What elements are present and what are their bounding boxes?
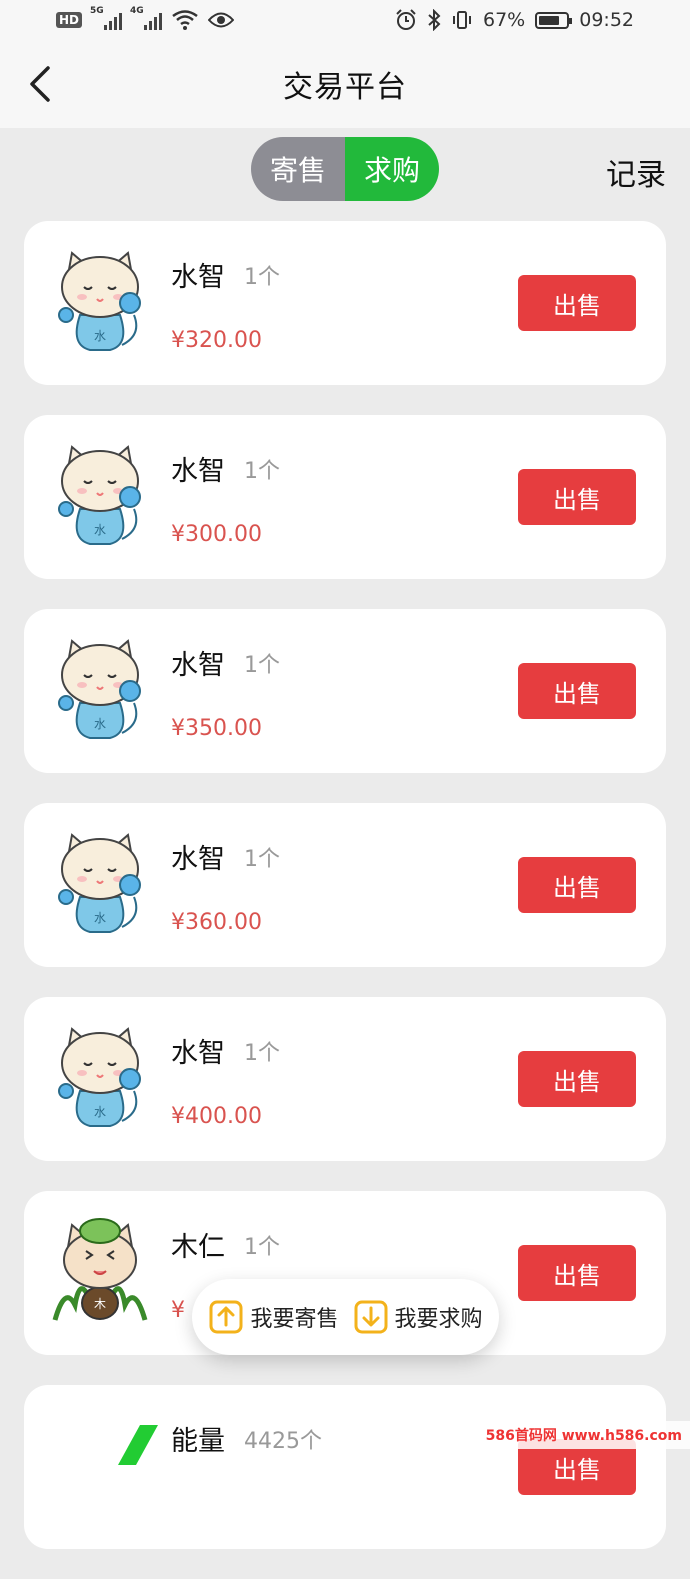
item-quantity: 1个 bbox=[244, 265, 280, 290]
svg-text:水: 水 bbox=[94, 717, 106, 731]
upload-icon bbox=[209, 1300, 243, 1334]
item-price: ¥ bbox=[171, 1298, 185, 1323]
list-item: 水 水智 1个 ¥350.00 出售 bbox=[24, 609, 666, 773]
energy-icon bbox=[118, 1425, 158, 1465]
list-item: 水 水智 1个 ¥360.00 出售 bbox=[24, 803, 666, 967]
item-price: ¥320.00 bbox=[171, 328, 262, 353]
records-link[interactable]: 记录 bbox=[606, 150, 666, 194]
tab-request-buy[interactable]: 求购 bbox=[345, 137, 439, 201]
consign-button[interactable]: 我要寄售 bbox=[208, 1299, 339, 1335]
floating-action-bar: 我要寄售 我要求购 bbox=[192, 1279, 499, 1355]
svg-text:水: 水 bbox=[94, 1105, 106, 1119]
wood-cat-avatar: 木 bbox=[50, 1215, 150, 1325]
water-cat-avatar: 水 bbox=[50, 245, 150, 355]
item-list: 水 水智 1个 ¥320.00 出售 水 水智 1个 ¥300.00 出售 水 bbox=[24, 221, 666, 1579]
item-name: 水智 bbox=[171, 650, 225, 681]
item-name: 水智 bbox=[171, 844, 225, 875]
item-name: 水智 bbox=[171, 1038, 225, 1069]
svg-text:木: 木 bbox=[94, 1297, 106, 1311]
request-buy-button[interactable]: 我要求购 bbox=[353, 1299, 483, 1335]
item-name: 能量 bbox=[171, 1426, 225, 1457]
vibrate-icon bbox=[453, 11, 471, 29]
signal-4g-icon: 4G bbox=[130, 6, 163, 30]
wifi-icon bbox=[172, 10, 198, 30]
tab-consign[interactable]: 寄售 bbox=[251, 137, 345, 201]
hd-badge: HD bbox=[56, 12, 83, 28]
item-quantity: 4425个 bbox=[244, 1429, 322, 1454]
alarm-icon bbox=[396, 9, 416, 30]
water-cat-avatar: 水 bbox=[50, 1021, 150, 1131]
sell-button[interactable]: 出售 bbox=[518, 663, 636, 719]
battery-percent: 67% bbox=[483, 9, 526, 31]
sell-button[interactable]: 出售 bbox=[518, 857, 636, 913]
watermark: 586首码网 www.h586.com bbox=[477, 1421, 690, 1449]
sell-button[interactable]: 出售 bbox=[518, 1051, 636, 1107]
battery-icon bbox=[535, 11, 573, 29]
app-header: 交易平台 bbox=[0, 40, 690, 128]
page-title: 交易平台 bbox=[283, 70, 407, 105]
water-cat-avatar: 水 bbox=[50, 827, 150, 937]
request-buy-label: 我要求购 bbox=[394, 1307, 483, 1332]
item-name: 水智 bbox=[171, 262, 225, 293]
download-icon bbox=[354, 1300, 387, 1334]
list-item: 能量 4425个 出售 bbox=[24, 1385, 666, 1549]
item-quantity: 1个 bbox=[244, 847, 280, 872]
svg-text:水: 水 bbox=[94, 911, 106, 925]
item-quantity: 1个 bbox=[244, 459, 280, 484]
water-cat-avatar: 水 bbox=[50, 633, 150, 743]
item-name: 水智 bbox=[171, 456, 225, 487]
consign-label: 我要寄售 bbox=[250, 1307, 339, 1332]
eye-icon bbox=[208, 12, 235, 28]
item-price: ¥300.00 bbox=[171, 522, 262, 547]
sell-button[interactable]: 出售 bbox=[518, 275, 636, 331]
item-name: 木仁 bbox=[171, 1232, 225, 1263]
status-bar: HD 5G 4G 67% 09:52 bbox=[0, 0, 690, 40]
bluetooth-icon bbox=[428, 9, 441, 31]
item-quantity: 1个 bbox=[244, 1235, 280, 1260]
item-price: ¥400.00 bbox=[171, 1104, 262, 1129]
item-price: ¥360.00 bbox=[171, 910, 262, 935]
sell-button[interactable]: 出售 bbox=[518, 1245, 636, 1301]
list-item: 水 水智 1个 ¥400.00 出售 bbox=[24, 997, 666, 1161]
signal-5g-icon: 5G bbox=[90, 6, 123, 30]
sell-buy-toggle: 寄售 求购 bbox=[251, 137, 439, 201]
item-quantity: 1个 bbox=[244, 653, 280, 678]
sell-button[interactable]: 出售 bbox=[518, 469, 636, 525]
item-quantity: 1个 bbox=[244, 1041, 280, 1066]
list-item: 水 水智 1个 ¥300.00 出售 bbox=[24, 415, 666, 579]
item-price: ¥350.00 bbox=[171, 716, 262, 741]
clock-time: 09:52 bbox=[579, 9, 634, 31]
list-item: 水 水智 1个 ¥320.00 出售 bbox=[24, 221, 666, 385]
water-cat-avatar: 水 bbox=[50, 439, 150, 549]
svg-text:水: 水 bbox=[94, 329, 106, 343]
svg-text:水: 水 bbox=[94, 523, 106, 537]
